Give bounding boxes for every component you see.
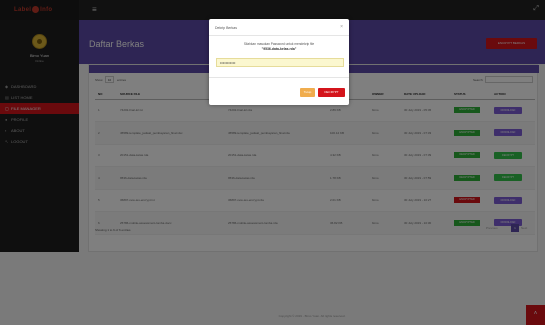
modal-message: Silahkan masukan Password untuk mendekri… [243,42,315,46]
close-icon[interactable]: × [340,24,343,30]
modal-divider [209,77,349,78]
decrypt-button[interactable]: DECRYPT [318,88,345,97]
close-button[interactable]: Tutup [300,88,315,97]
modal-title: Dekrip Berkas [215,26,237,30]
password-input[interactable]: ••••••••••• [216,58,344,67]
modal-header: Dekrip Berkas × [209,19,349,36]
modal-file-name: "9536-data-kelas.rda" [261,47,297,51]
decrypt-modal: Dekrip Berkas × Silahkan masukan Passwor… [209,19,349,105]
